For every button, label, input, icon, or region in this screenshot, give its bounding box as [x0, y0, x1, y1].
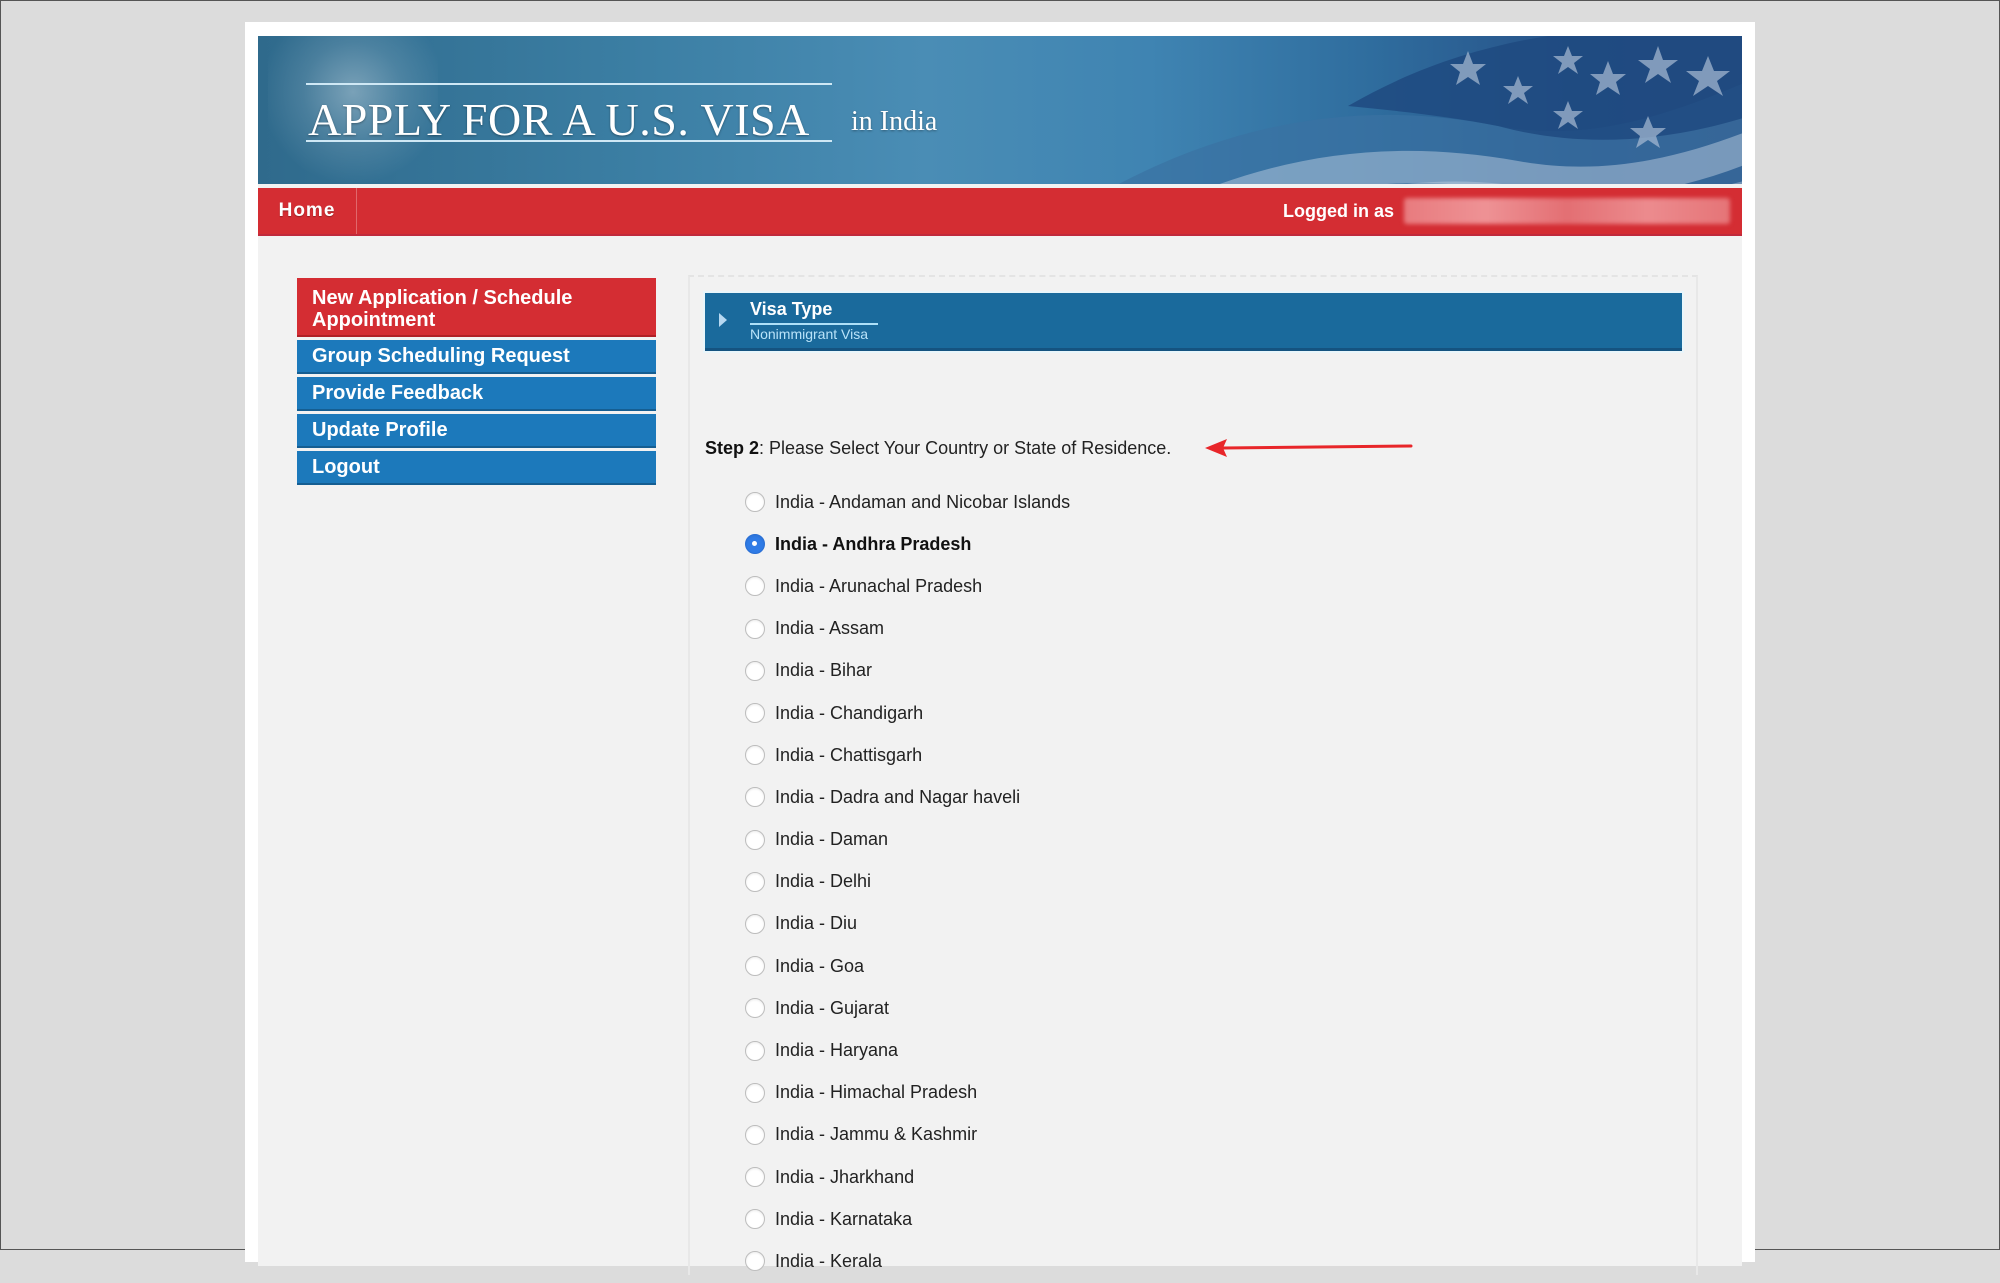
radio-button[interactable]: [745, 703, 765, 724]
radio-button[interactable]: [745, 871, 765, 892]
radio-button[interactable]: [745, 1167, 765, 1188]
radio-button[interactable]: [745, 998, 765, 1019]
title-rule-top: [306, 83, 832, 85]
residence-option-label[interactable]: India - Haryana: [775, 1040, 898, 1061]
residence-option-label[interactable]: India - Daman: [775, 829, 888, 850]
residence-option[interactable]: India - Goa: [745, 945, 1070, 987]
radio-button[interactable]: [745, 576, 765, 597]
radio-button[interactable]: [745, 913, 765, 934]
sidebar-item-provide-feedback[interactable]: Provide Feedback: [297, 377, 656, 411]
residence-option-label[interactable]: India - Kerala: [775, 1251, 882, 1272]
residence-option[interactable]: India - Bihar: [745, 650, 1070, 692]
logged-in-indicator: Logged in as: [1283, 188, 1730, 234]
logged-in-label: Logged in as: [1282, 200, 1394, 221]
expand-arrow-icon[interactable]: [719, 313, 727, 327]
radio-button[interactable]: [745, 618, 765, 639]
site-title-text: APPLY FOR A U.S. VISA: [308, 94, 810, 145]
visa-type-value: Nonimmigrant Visa: [750, 326, 869, 342]
residence-option-label[interactable]: India - Dadra and Nagar haveli: [775, 787, 1020, 808]
residence-option[interactable]: India - Arunachal Pradesh: [745, 565, 1070, 607]
title-rule-bottom: [306, 140, 832, 142]
residence-radio-group: India - Andaman and Nicobar Islands India…: [745, 481, 1070, 1283]
residence-option[interactable]: India - Andhra Pradesh: [745, 523, 1070, 565]
step-number: Step 2: [705, 438, 760, 458]
residence-option[interactable]: India - Delhi: [745, 861, 1070, 903]
residence-option-label[interactable]: India - Chandigarh: [775, 703, 923, 724]
residence-option-label[interactable]: India - Assam: [775, 618, 884, 639]
residence-option[interactable]: India - Himachal Pradesh: [745, 1072, 1070, 1114]
residence-option-label[interactable]: India - Andaman and Nicobar Islands: [775, 492, 1070, 513]
residence-option-label[interactable]: India - Karnataka: [775, 1209, 912, 1230]
residence-option-label[interactable]: India - Delhi: [775, 871, 871, 892]
step-instruction: Step 2: Please Select Your Country or St…: [705, 438, 1171, 459]
radio-button[interactable]: [745, 829, 765, 850]
page: APPLY FOR A U.S. VISA in India Home Logg…: [245, 22, 1755, 1275]
residence-option-label[interactable]: India - Himachal Pradesh: [775, 1082, 977, 1103]
main-content: Visa Type Nonimmigrant Visa Step 2: Plea…: [688, 275, 1698, 1275]
radio-button[interactable]: [745, 1082, 765, 1103]
radio-button[interactable]: [745, 1040, 765, 1061]
residence-option[interactable]: India - Kerala: [745, 1240, 1070, 1282]
sidebar-item-new-application[interactable]: New Application / Schedule Appointment: [297, 278, 656, 337]
header-banner: APPLY FOR A U.S. VISA in India: [258, 36, 1742, 184]
radio-button[interactable]: [745, 787, 765, 808]
residence-option-label[interactable]: India - Diu: [775, 913, 857, 934]
residence-option[interactable]: India - Haryana: [745, 1029, 1070, 1071]
residence-option[interactable]: India - Assam: [745, 608, 1070, 650]
annotation-arrow-icon: [1205, 439, 1413, 457]
residence-option-label[interactable]: India - Bihar: [775, 660, 872, 681]
residence-option-label[interactable]: India - Chattisgarh: [775, 745, 922, 766]
visa-type-summary[interactable]: Visa Type Nonimmigrant Visa: [705, 293, 1682, 351]
radio-button[interactable]: [745, 745, 765, 766]
residence-option[interactable]: India - Karnataka: [745, 1198, 1070, 1240]
residence-option-label[interactable]: India - Andhra Pradesh: [775, 534, 971, 555]
residence-option[interactable]: India - Dadra and Nagar haveli: [745, 776, 1070, 818]
residence-option[interactable]: India - Daman: [745, 819, 1070, 861]
radio-button[interactable]: [745, 956, 765, 977]
radio-button[interactable]: [745, 1124, 765, 1145]
visa-type-underline: [750, 323, 878, 325]
step-text: : Please Select Your Country or State of…: [759, 438, 1172, 458]
radio-button[interactable]: [745, 1251, 765, 1272]
sidebar-item-logout[interactable]: Logout: [297, 451, 656, 485]
site-location: in India: [851, 106, 938, 137]
sidebar-menu: New Application / Schedule Appointment G…: [297, 278, 656, 488]
residence-option[interactable]: India - Jammu & Kashmir: [745, 1114, 1070, 1156]
residence-option[interactable]: India - Gujarat: [745, 987, 1070, 1029]
radio-button[interactable]: [745, 1209, 765, 1230]
residence-option-label[interactable]: India - Jharkhand: [775, 1167, 914, 1188]
residence-option-label[interactable]: India - Gujarat: [775, 998, 889, 1019]
residence-option[interactable]: India - Jharkhand: [745, 1156, 1070, 1198]
residence-option[interactable]: India - Diu: [745, 903, 1070, 945]
top-nav: Home Logged in as: [258, 188, 1742, 236]
sidebar-item-update-profile[interactable]: Update Profile: [297, 414, 656, 448]
radio-button[interactable]: [745, 660, 765, 681]
visa-type-title: Visa Type: [750, 299, 833, 319]
residence-option[interactable]: India - Chattisgarh: [745, 734, 1070, 776]
residence-option[interactable]: India - Chandigarh: [745, 692, 1070, 734]
nav-home-link[interactable]: Home: [258, 188, 357, 234]
sidebar-item-group-scheduling[interactable]: Group Scheduling Request: [297, 340, 656, 374]
redacted-username: [1404, 198, 1730, 224]
page-body: APPLY FOR A U.S. VISA in India Home Logg…: [258, 36, 1742, 1275]
radio-button-selected[interactable]: [745, 534, 765, 555]
residence-option-label[interactable]: India - Goa: [775, 956, 864, 977]
residence-option-label[interactable]: India - Arunachal Pradesh: [775, 576, 982, 597]
residence-option-label[interactable]: India - Jammu & Kashmir: [775, 1124, 977, 1145]
us-flag-graphic: [1118, 36, 1742, 184]
radio-button[interactable]: [745, 492, 765, 513]
residence-option[interactable]: India - Andaman and Nicobar Islands: [745, 481, 1070, 523]
